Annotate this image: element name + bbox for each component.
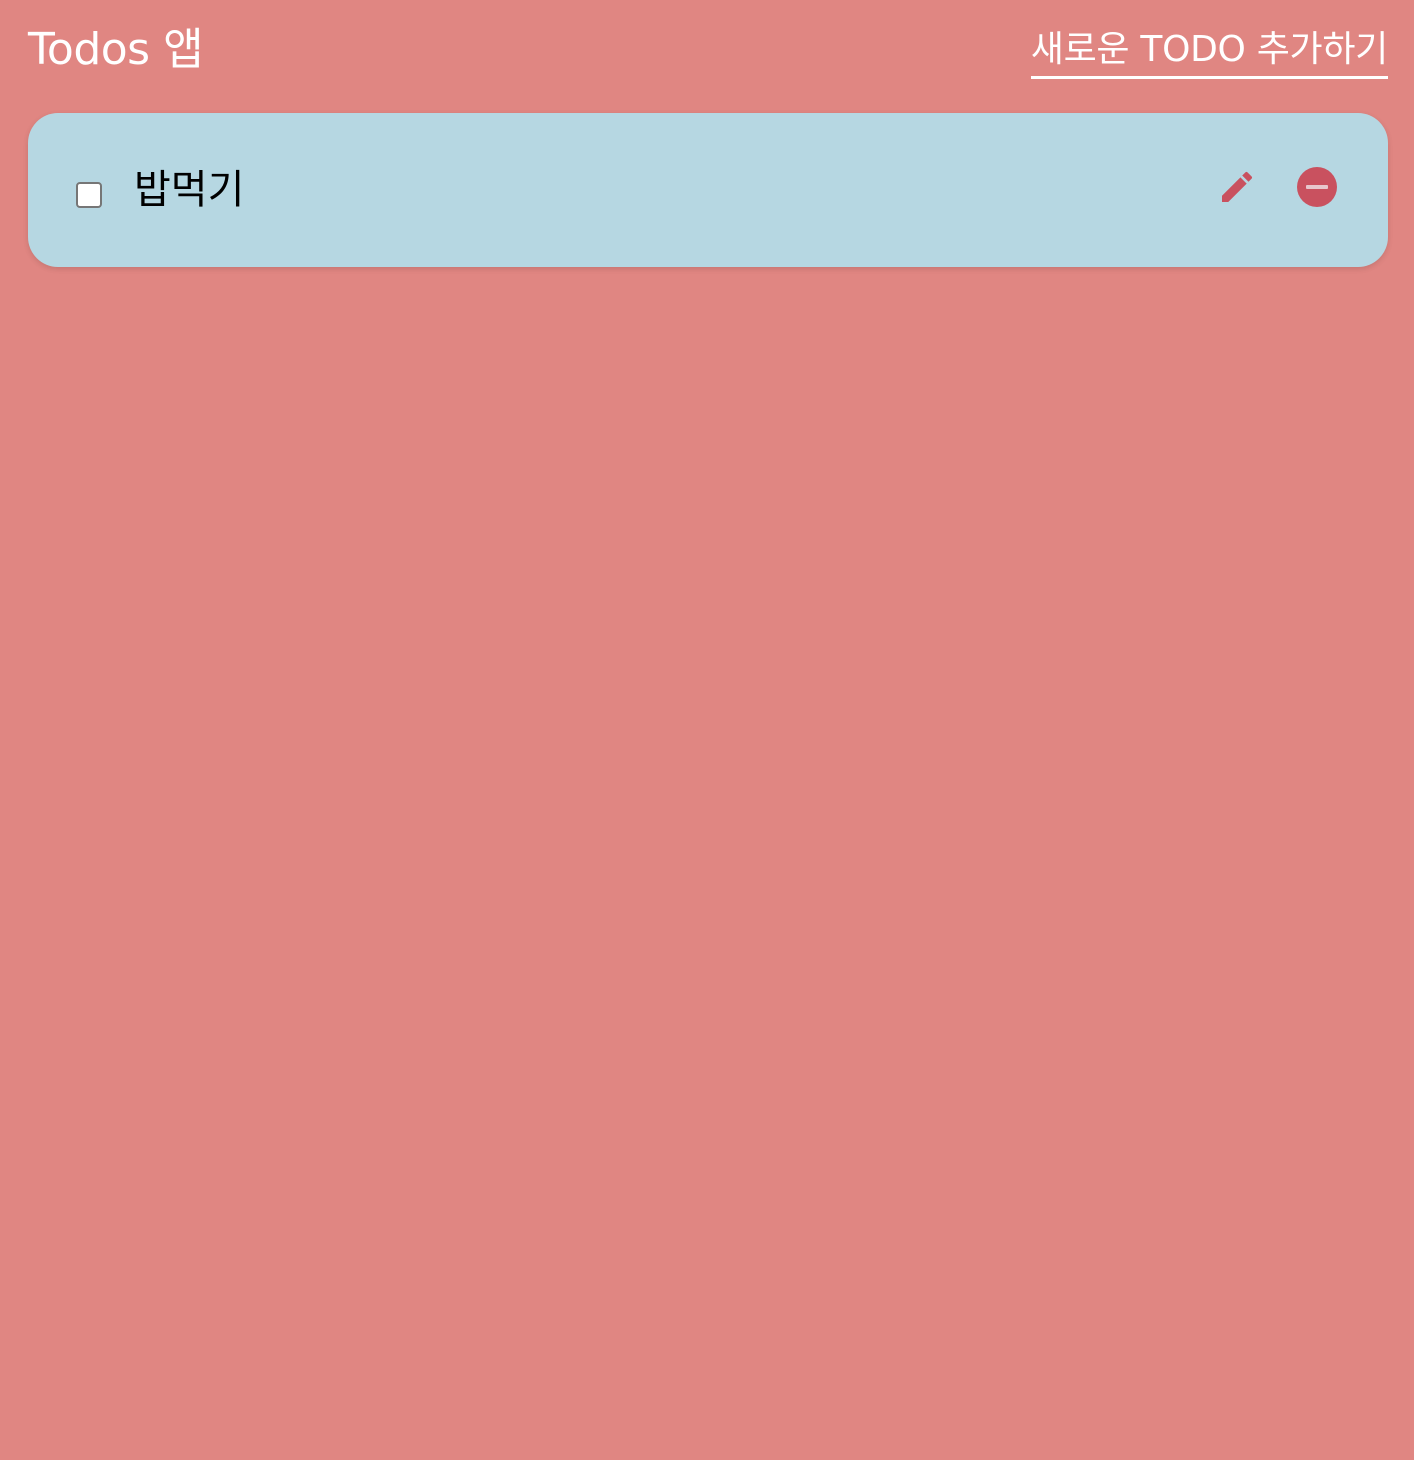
todo-list: 밥먹기 <box>28 113 1388 267</box>
add-todo-link[interactable]: 새로운 TODO 추가하기 <box>1030 26 1388 79</box>
minus-circle-icon[interactable] <box>1296 166 1338 208</box>
pencil-icon[interactable] <box>1216 166 1258 208</box>
todo-text: 밥먹기 <box>134 167 245 213</box>
todo-actions <box>1216 166 1338 208</box>
todo-checkbox[interactable] <box>76 182 102 208</box>
app-header: Todos 앱 새로운 TODO 추가하기 <box>28 22 1388 82</box>
page-title: Todos 앱 <box>28 24 204 75</box>
todo-item: 밥먹기 <box>28 113 1388 267</box>
